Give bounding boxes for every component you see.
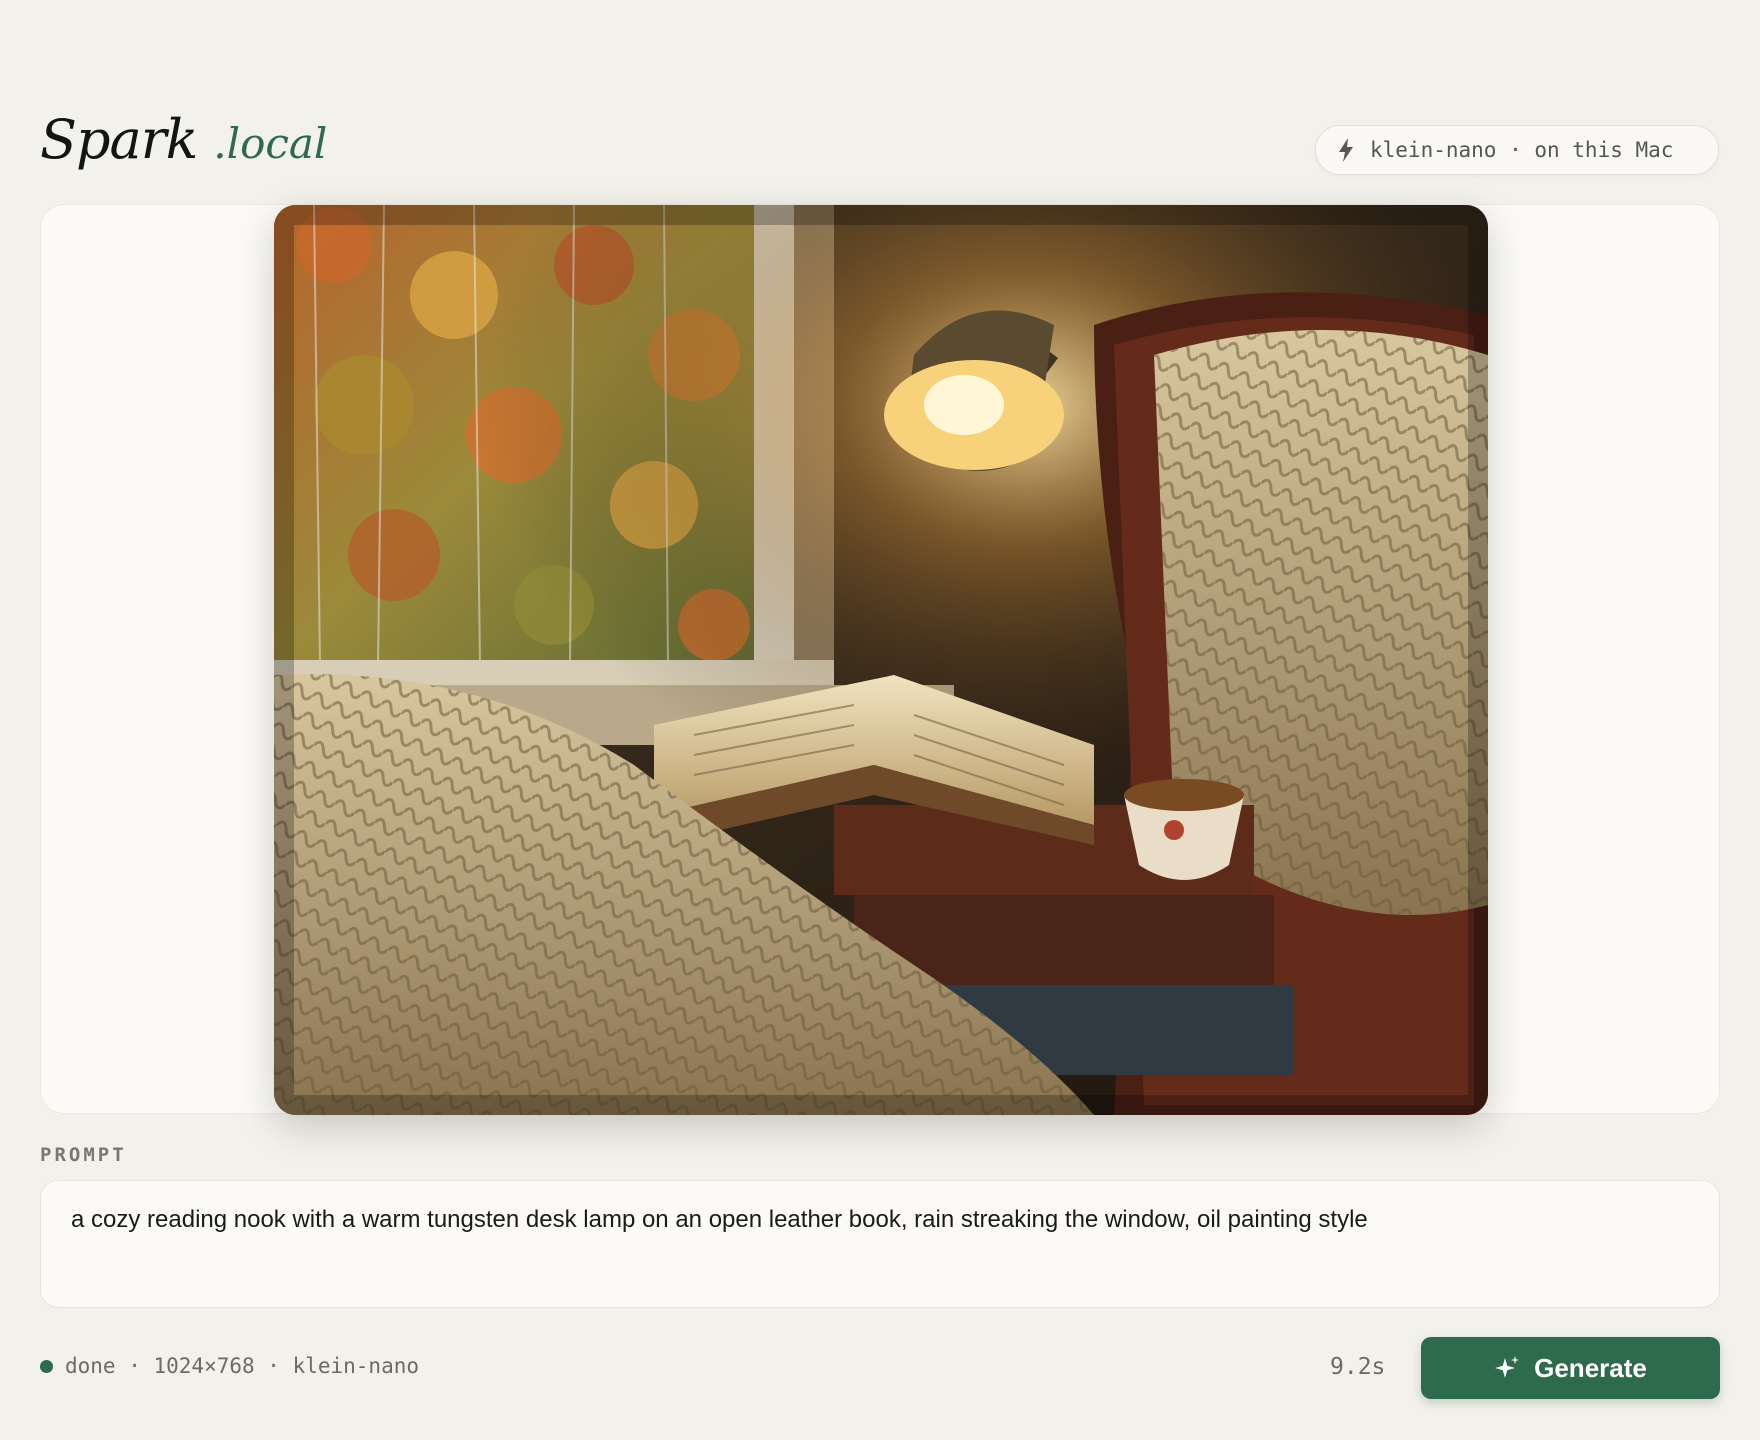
status-text: done · 1024×768 · klein-nano <box>65 1354 420 1378</box>
brand-logo: Spark .local <box>40 108 327 171</box>
status-dot-icon <box>40 1359 53 1373</box>
app-root: Spark .local klein-nano · on this Mac PR… <box>0 0 1760 1440</box>
prompt-text[interactable]: a cozy reading nook with a warm tungsten… <box>71 1203 1689 1237</box>
canvas-card <box>40 204 1720 1115</box>
bolt-icon <box>1339 138 1353 162</box>
generated-image-art <box>274 205 1488 1115</box>
sparkle-icon <box>1495 1356 1520 1378</box>
generate-button-label: Generate <box>1534 1352 1647 1383</box>
elapsed-time: 9.2s <box>1330 1354 1386 1380</box>
brand-suffix: .local <box>213 119 328 168</box>
generate-button[interactable]: Generate <box>1421 1337 1720 1399</box>
prompt-input[interactable]: a cozy reading nook with a warm tungsten… <box>40 1180 1720 1308</box>
model-badge-label: klein-nano · on this Mac <box>1370 138 1674 162</box>
status-bar: done · 1024×768 · klein-nano <box>40 1354 419 1378</box>
generated-image[interactable] <box>274 205 1488 1115</box>
model-badge[interactable]: klein-nano · on this Mac <box>1315 125 1719 175</box>
prompt-label: PROMPT <box>40 1144 127 1166</box>
brand-name: Spark <box>40 108 198 171</box>
